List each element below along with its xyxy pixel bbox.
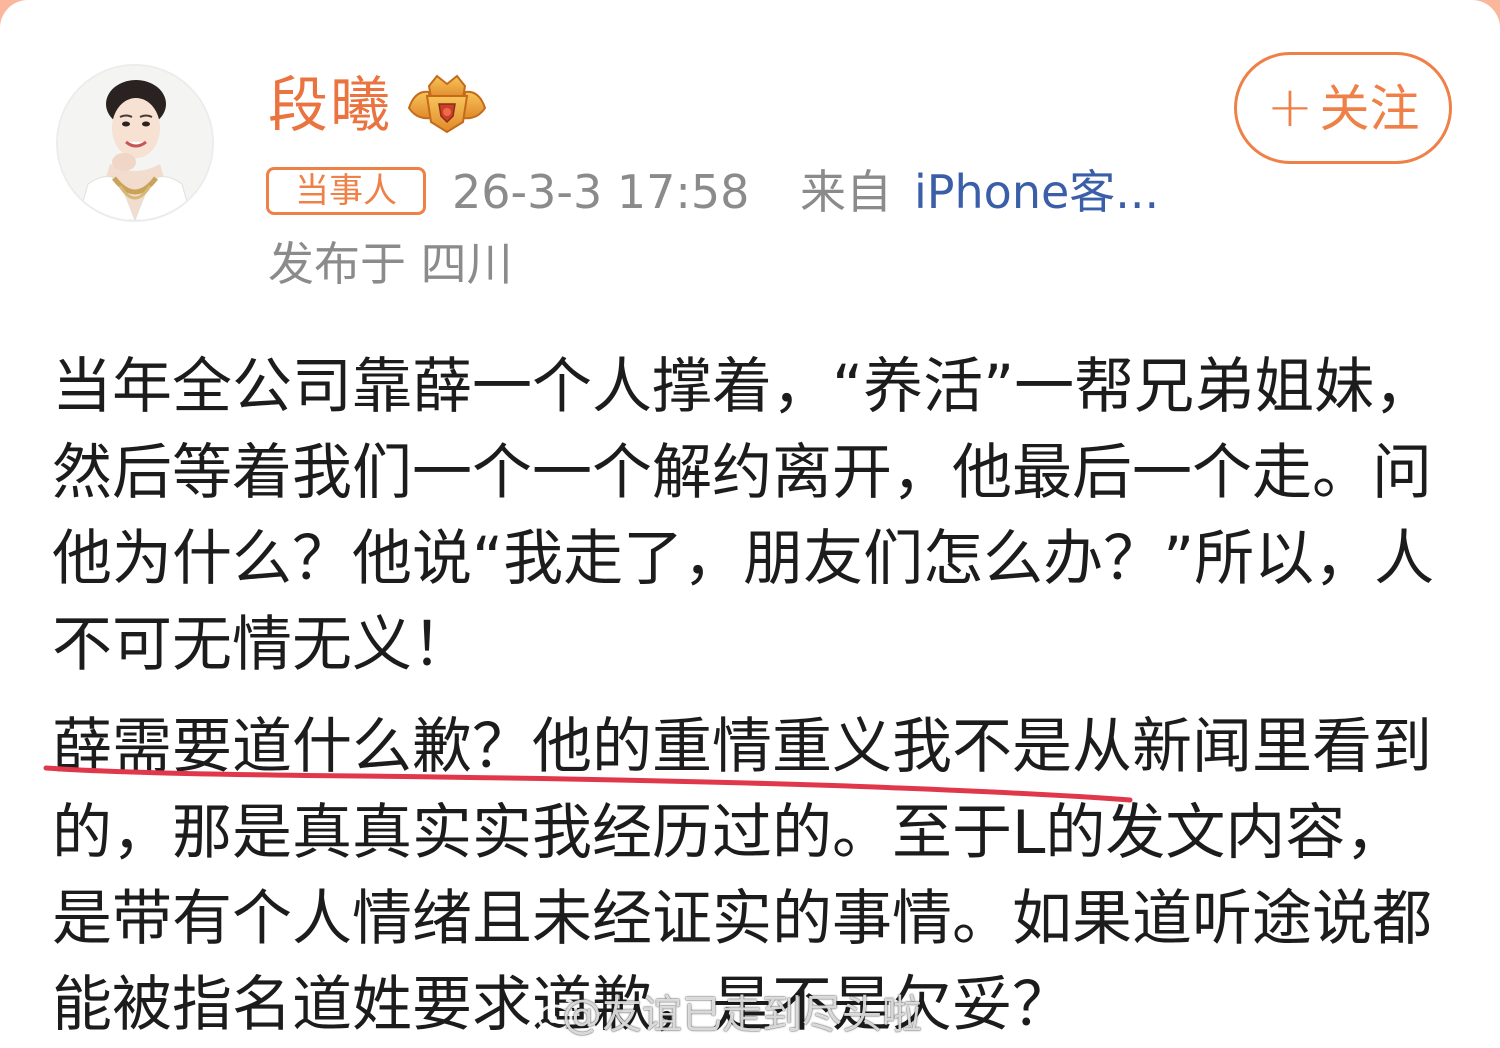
weibo-post-card: 段曦 + 关注 当事人 26-3-3 17:58 来自 iPhone客... 发布… xyxy=(0,0,1500,1048)
crown-badge-icon[interactable] xyxy=(405,68,489,138)
post-paragraph-1: 当年全公司靠薛一个人撑着，“养活”一帮兄弟姐妹，然后等着我们一个一个解约离开，他… xyxy=(52,352,1435,680)
username[interactable]: 段曦 xyxy=(268,66,392,146)
follow-button[interactable]: + 关注 xyxy=(1234,52,1452,164)
avatar-photo xyxy=(58,66,212,220)
source-device-link[interactable]: iPhone客... xyxy=(914,162,1159,222)
avatar[interactable] xyxy=(56,64,214,222)
follow-label: 关注 xyxy=(1319,80,1420,138)
role-tag: 当事人 xyxy=(266,167,426,215)
source-prefix: 来自 xyxy=(800,165,892,219)
plus-icon: + xyxy=(1266,75,1314,140)
post-location: 发布于 四川 xyxy=(268,237,513,291)
watermark-text: @友谊已走到尽头啦 xyxy=(562,992,922,1038)
post-timestamp: 26-3-3 17:58 xyxy=(452,165,750,219)
